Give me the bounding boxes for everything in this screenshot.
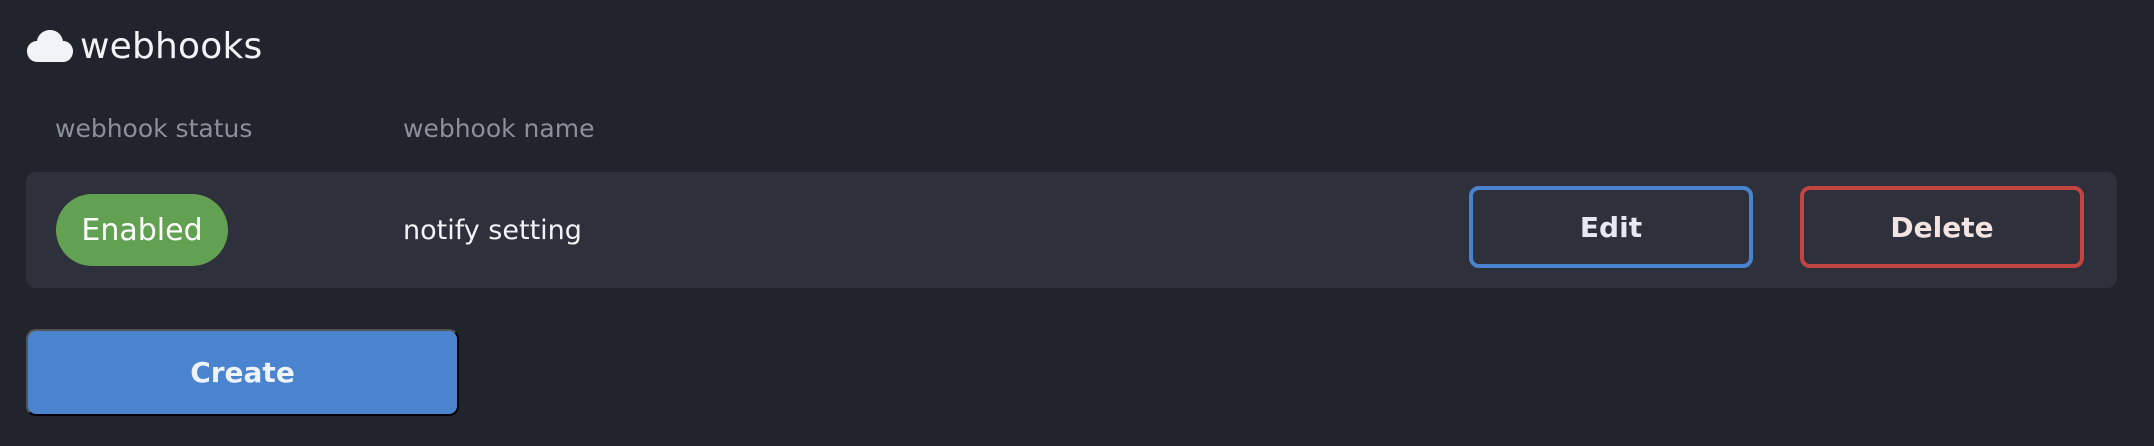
column-header-name: webhook name: [403, 114, 595, 143]
page-title: webhooks: [80, 25, 263, 67]
webhook-name: notify setting: [403, 214, 582, 246]
column-header-status: webhook status: [55, 114, 253, 143]
status-badge: Enabled: [56, 194, 228, 266]
cloud-icon: [26, 28, 74, 64]
create-button[interactable]: Create: [26, 329, 459, 416]
delete-button[interactable]: Delete: [1800, 186, 2084, 268]
edit-button[interactable]: Edit: [1469, 186, 1753, 268]
table-header: webhook status webhook name: [0, 108, 2154, 148]
table-row: Enabled notify setting Edit Delete: [26, 172, 2117, 288]
page-header: webhooks: [26, 22, 263, 70]
